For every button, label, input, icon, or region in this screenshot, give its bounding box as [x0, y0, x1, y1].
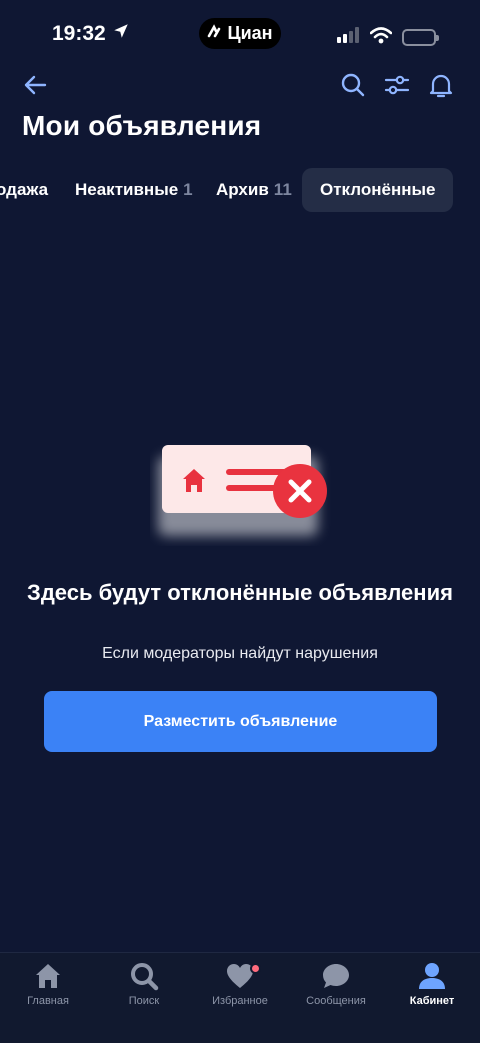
- nav-item-messages[interactable]: Сообщения: [288, 957, 384, 1017]
- rejected-ads-illustration: [150, 436, 340, 546]
- nav-label: Избранное: [212, 995, 268, 1007]
- filter-sliders-icon[interactable]: [380, 68, 414, 102]
- wifi-icon: [369, 26, 393, 49]
- status-bar: 19:32 Циан: [0, 0, 480, 70]
- location-arrow-icon: [112, 22, 130, 46]
- home-icon: [36, 964, 60, 988]
- page-title: Мои объявления: [22, 110, 262, 141]
- reject-x-icon: [273, 464, 327, 518]
- status-time-group: 19:32: [52, 22, 130, 46]
- nav-item-search[interactable]: Поиск: [96, 957, 192, 1017]
- user-icon: [419, 963, 445, 989]
- nav-item-cabinet[interactable]: Кабинет: [384, 957, 480, 1017]
- tab-rejected[interactable]: Отклонённые: [302, 168, 454, 212]
- cian-logo-icon: [207, 23, 223, 44]
- tab-inactive[interactable]: Неактивные 1: [75, 168, 193, 212]
- bottom-nav: Главная Поиск Избранное Сообщения Кабине…: [0, 952, 480, 1043]
- back-arrow-icon[interactable]: [18, 68, 52, 102]
- empty-state-title: Здесь будут отклонённые объявления: [27, 580, 453, 605]
- chat-icon: [323, 964, 349, 988]
- nav-label: Сообщения: [306, 995, 366, 1007]
- tab-count: 1: [183, 180, 193, 199]
- nav-label: Поиск: [128, 995, 160, 1007]
- status-indicators: [336, 26, 439, 49]
- dynamic-island: Циан: [199, 18, 281, 49]
- status-time: 19:32: [52, 22, 106, 45]
- battery-icon: [402, 29, 439, 46]
- screen: 19:32 Циан Мои объявления одажа Неактивн…: [0, 0, 480, 1043]
- search-icon[interactable]: [336, 68, 370, 102]
- tab-label: одажа: [0, 180, 49, 199]
- post-ad-button[interactable]: Разместить объявление: [44, 691, 437, 752]
- nav-item-favorites[interactable]: Избранное: [192, 957, 288, 1017]
- island-label: Циан: [227, 23, 273, 43]
- empty-state-subtitle: Если модераторы найдут нарушения: [102, 645, 378, 662]
- nav-item-home[interactable]: Главная: [0, 957, 96, 1017]
- nav-label: Главная: [27, 995, 69, 1007]
- nav-label: Кабинет: [409, 995, 455, 1007]
- tab-label: Неактивные: [75, 180, 179, 199]
- tab-label: Архив: [216, 180, 269, 199]
- tab-count: 11: [273, 180, 292, 199]
- tab-archive[interactable]: Архив 11: [216, 168, 292, 212]
- bell-icon[interactable]: [424, 68, 458, 102]
- tab-sale[interactable]: одажа: [0, 168, 48, 212]
- tabs-bar: одажа Неактивные 1 Архив 11 Отклонённые: [0, 168, 480, 212]
- favorites-badge-dot: [250, 963, 261, 974]
- search-icon: [131, 963, 159, 991]
- tab-label: Отклонённые: [320, 180, 436, 199]
- top-bar: [0, 68, 480, 104]
- cellular-icon: [336, 26, 360, 49]
